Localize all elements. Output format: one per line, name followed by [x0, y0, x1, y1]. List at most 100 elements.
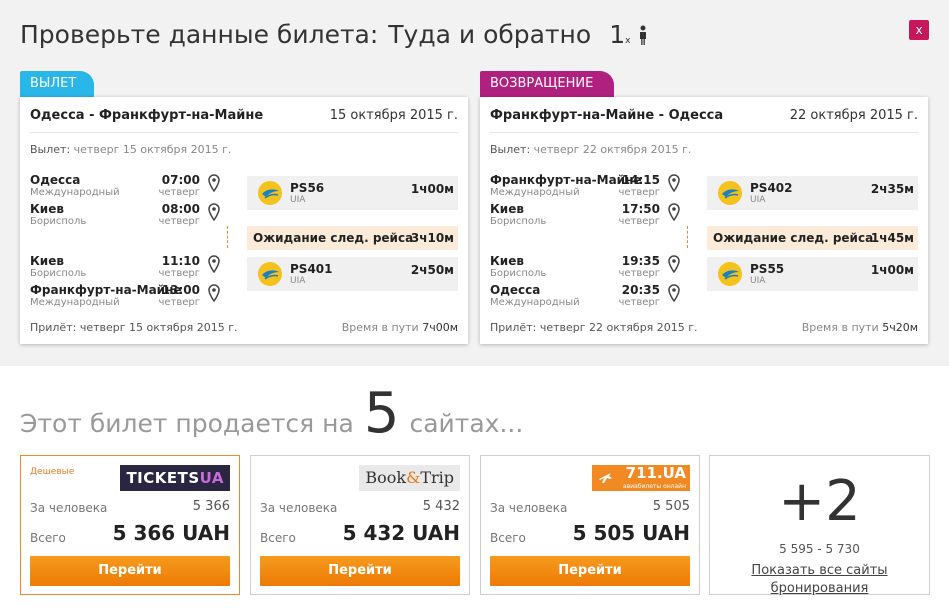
arrival-info: Прилёт: четверг 22 октября 2015 г. — [490, 321, 698, 334]
stop-airport: Международный — [490, 187, 580, 198]
stop-day: четверг — [158, 216, 200, 227]
uia-airline-logo — [718, 181, 742, 205]
uia-airline-logo — [258, 262, 282, 286]
arrival-label: Прилёт: — [490, 321, 537, 334]
stop-row: Франкфурт-на-Майне Международный 13:00 ч… — [30, 283, 220, 309]
stop-time: 11:10 — [161, 254, 200, 268]
uia-airline-logo — [718, 262, 742, 286]
airline-name: UIA — [290, 276, 306, 286]
location-pin-icon[interactable] — [208, 203, 220, 221]
stop-airport: Борисполь — [490, 216, 547, 227]
location-pin-icon[interactable] — [668, 203, 680, 221]
arrival-label: Прилёт: — [30, 321, 77, 334]
per-person-price: 5 366 — [192, 499, 230, 514]
stop-day: четверг — [618, 216, 660, 227]
location-pin-icon[interactable] — [208, 255, 220, 273]
per-person-label: За человека — [30, 501, 108, 515]
offer-card: Book&Trip За человека 5 432 Всего 5 432 … — [250, 455, 470, 595]
flight-duration: 2ч50м — [410, 263, 454, 277]
layover-row: Ожидание след. рейса 3ч10м — [247, 226, 458, 250]
page-title: Проверьте данные билета: Туда и обратно … — [20, 20, 648, 49]
arrival-value: четверг 22 октября 2015 г. — [539, 321, 698, 334]
airline-name: UIA — [750, 195, 766, 205]
stop-time: 08:00 — [161, 202, 200, 216]
return-card: Франкфурт-на-Майне - Одесса 22 октября 2… — [480, 97, 928, 344]
total-price: 5 366 UAH — [112, 521, 230, 545]
layover-duration: 3ч10м — [410, 231, 454, 245]
departure-label: Вылет: — [30, 143, 71, 156]
layover-duration: 1ч45м — [870, 231, 914, 245]
passenger-x: x — [625, 36, 631, 46]
flight-duration: 1ч00м — [410, 182, 454, 196]
stop-time: 07:00 — [161, 173, 200, 187]
flight-number: PS401 — [290, 262, 333, 276]
stop-city: Одесса — [490, 283, 541, 297]
flight-duration: 1ч00м — [870, 263, 914, 277]
stop-airport: Международный — [30, 187, 120, 198]
wait-connector — [687, 226, 688, 248]
uia-airline-logo — [258, 181, 282, 205]
location-pin-icon[interactable] — [208, 174, 220, 192]
total-price: 5 432 UAH — [342, 521, 460, 545]
location-pin-icon[interactable] — [668, 174, 680, 192]
layover-label: Ожидание след. рейса — [713, 231, 874, 245]
location-pin-icon[interactable] — [668, 284, 680, 302]
sellers-heading: Этот билет продается на 5 сайтах... — [20, 386, 523, 442]
offer-card: Дешевые TICKETSUA За человека 5 366 Всег… — [20, 455, 240, 595]
flight-duration: 2ч35м — [870, 182, 914, 196]
outbound-card: Одесса - Франкфурт-на-Майне 15 октября 2… — [20, 97, 468, 344]
layover-row: Ожидание след. рейса 1ч45м — [707, 226, 918, 250]
logo-text-tail: Trip — [420, 468, 454, 487]
go-button[interactable]: Перейти — [490, 556, 690, 586]
per-person-price: 5 432 — [422, 499, 460, 514]
sellers-heading-post: сайтах... — [409, 409, 524, 438]
stop-row: Киев Борисполь 19:35 четверг — [490, 254, 680, 280]
wait-connector — [227, 226, 228, 248]
departure-value: четверг 15 октября 2015 г. — [73, 143, 232, 156]
stop-row: Киев Борисполь 17:50 четверг — [490, 202, 680, 228]
location-pin-icon[interactable] — [208, 284, 220, 302]
total-label: Всего — [260, 531, 296, 545]
divider — [30, 132, 458, 133]
flight-segment: PS401 UIA 2ч50м — [247, 257, 458, 291]
passenger-count: 1x — [609, 20, 648, 49]
sellers-heading-pre: Этот билет продается на — [20, 409, 354, 438]
stop-airport: Борисполь — [490, 268, 547, 279]
route-title: Франкфурт-на-Майне - Одесса — [490, 108, 724, 123]
cheapest-badge: Дешевые — [30, 467, 75, 477]
offer-card: 711.UA авиабилеты онлайн За человека 5 5… — [480, 455, 700, 595]
travel-time-value: 7ч00м — [422, 321, 458, 334]
stop-city: Киев — [30, 254, 64, 268]
close-icon: x — [915, 23, 923, 37]
arrival-info: Прилёт: четверг 15 октября 2015 г. — [30, 321, 238, 334]
tab-outbound: ВЫЛЕТ — [20, 71, 94, 97]
stop-city: Франкфурт-на-Майне — [490, 173, 642, 187]
go-button[interactable]: Перейти — [260, 556, 460, 586]
logo-text: Book — [365, 468, 407, 487]
stop-airport: Борисполь — [30, 216, 87, 227]
stop-city: Одесса — [30, 173, 81, 187]
stop-time: 14:15 — [621, 173, 660, 187]
route-date: 22 октября 2015 г. — [789, 108, 918, 123]
travel-time-label: Время в пути — [341, 321, 419, 334]
route-date: 15 октября 2015 г. — [329, 108, 458, 123]
plane-icon — [599, 473, 612, 483]
close-button[interactable]: x — [909, 20, 929, 40]
logo-accent: UA — [199, 469, 224, 487]
show-all-sites-link[interactable]: Показать все сайты бронирования — [710, 562, 929, 598]
route-title: Одесса - Франкфурт-на-Майне — [30, 108, 264, 123]
booktrip-logo: Book&Trip — [359, 465, 460, 491]
stop-row: Киев Борисполь 08:00 четверг — [30, 202, 220, 228]
departure-info: Вылет: четверг 22 октября 2015 г. — [490, 143, 691, 156]
location-pin-icon[interactable] — [668, 255, 680, 273]
total-label: Всего — [490, 531, 526, 545]
logo-accent: & — [406, 468, 421, 487]
stop-day: четверг — [158, 297, 200, 308]
more-sites-count: +2 — [778, 469, 861, 534]
go-button[interactable]: Перейти — [30, 556, 230, 586]
flight-number: PS56 — [290, 181, 325, 195]
passenger-number: 1 — [609, 20, 626, 49]
total-label: Всего — [30, 531, 66, 545]
travel-time: Время в пути 7ч00м — [342, 321, 458, 334]
stop-airport: Международный — [30, 297, 120, 308]
